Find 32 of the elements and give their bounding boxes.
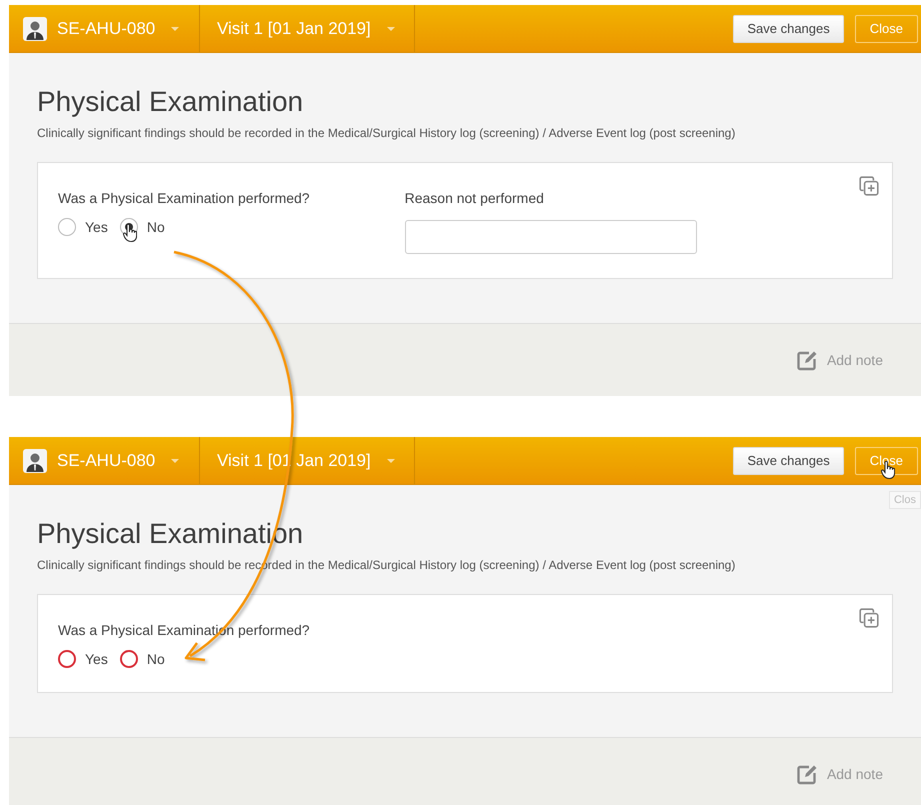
radio-button[interactable] bbox=[120, 650, 138, 668]
radio-button[interactable] bbox=[58, 218, 76, 236]
caret-icon[interactable] bbox=[171, 458, 180, 462]
edit-note-icon bbox=[796, 763, 818, 785]
caret-icon[interactable] bbox=[386, 26, 395, 30]
option-label[interactable]: No bbox=[146, 651, 165, 667]
add-note-link[interactable]: Add note bbox=[796, 349, 883, 371]
copy-add-icon[interactable] bbox=[858, 175, 880, 197]
field-label: Reason not performed bbox=[404, 190, 545, 206]
caret-icon[interactable] bbox=[386, 458, 395, 462]
radio-button[interactable] bbox=[58, 650, 76, 668]
option-label[interactable]: Yes bbox=[85, 651, 108, 667]
reason-input-field[interactable] bbox=[404, 220, 697, 254]
person-avatar-icon bbox=[23, 16, 47, 40]
option-label[interactable]: No bbox=[146, 219, 165, 235]
visit-selector[interactable]: Visit 1 [01 Jan 2019] bbox=[217, 18, 371, 38]
subject-selector[interactable]: SE-AHU-080 bbox=[57, 18, 156, 38]
info-text: Clinically significant findings should be recorded in the Medical/Surgical History log (screening) / Adverse Event log (post screening) bbox=[37, 126, 736, 140]
option-label[interactable]: Yes bbox=[85, 219, 108, 235]
page-title: Physical Examination bbox=[37, 86, 304, 118]
caret-icon[interactable] bbox=[171, 26, 180, 30]
copy-add-icon[interactable] bbox=[858, 607, 880, 629]
close-button[interactable]: Close bbox=[854, 14, 918, 42]
person-avatar-icon bbox=[23, 448, 47, 472]
edit-note-icon bbox=[796, 349, 818, 371]
save-button[interactable]: Save changes bbox=[733, 446, 844, 474]
add-note-link[interactable]: Add note bbox=[796, 763, 883, 785]
visit-selector[interactable]: Visit 1 [01 Jan 2019] bbox=[217, 450, 371, 470]
subject-selector[interactable]: SE-AHU-080 bbox=[57, 450, 156, 470]
tooltip: Clos bbox=[888, 491, 921, 509]
question-label: Was a Physical Examination performed? bbox=[58, 190, 310, 206]
save-button[interactable]: Save changes bbox=[733, 14, 844, 42]
